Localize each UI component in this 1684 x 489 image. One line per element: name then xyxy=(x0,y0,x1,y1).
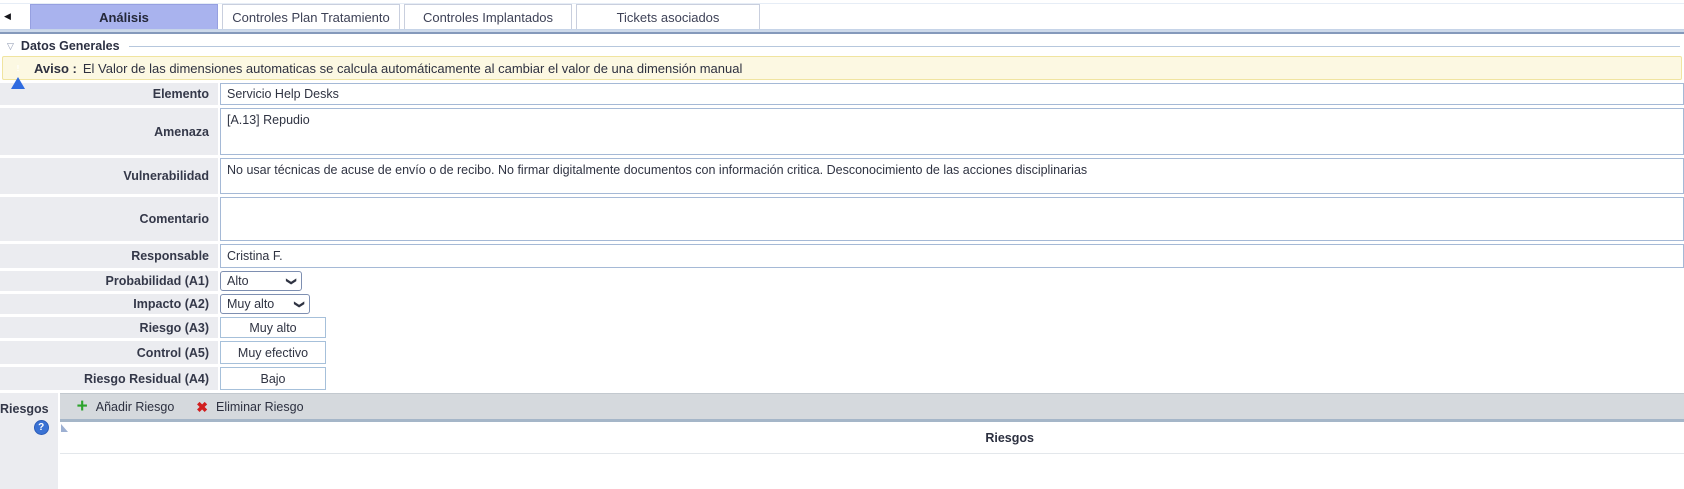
warning-triangle-icon: ! xyxy=(11,62,25,74)
probabilidad-label: Probabilidad (A1) xyxy=(0,271,218,291)
riesgo-residual-value-box: Bajo xyxy=(220,367,326,390)
plus-icon: + xyxy=(77,397,88,416)
impacto-label: Impacto (A2) xyxy=(0,294,218,314)
tab-controles-plan-tratamiento[interactable]: Controles Plan Tratamiento xyxy=(222,4,400,29)
riesgos-column-header: Riesgos xyxy=(985,431,1034,445)
chevron-down-icon: ❯ xyxy=(293,300,304,308)
vulnerabilidad-textarea[interactable] xyxy=(220,158,1684,194)
field-row-comentario: Comentario xyxy=(0,197,1684,241)
tab-controles-implantados[interactable]: Controles Implantados xyxy=(404,4,572,29)
risk-analysis-page: ◀ Análisis Controles Plan Tratamiento Co… xyxy=(0,0,1684,489)
tab-analisis[interactable]: Análisis xyxy=(30,4,218,29)
responsable-label: Responsable xyxy=(0,244,218,268)
vulnerabilidad-label: Vulnerabilidad xyxy=(0,158,218,194)
tab-strip: ◀ Análisis Controles Plan Tratamiento Co… xyxy=(0,3,1684,30)
section-header: ▽ Datos Generales xyxy=(7,38,1680,54)
comentario-textarea[interactable] xyxy=(220,197,1684,241)
field-row-elemento: Elemento xyxy=(0,83,1684,105)
tab-label: Controles Implantados xyxy=(423,10,553,25)
datos-generales-form: Elemento Amenaza Vulnerabilidad Comentar… xyxy=(0,83,1684,489)
field-row-control: Control (A5) Muy efectivo xyxy=(0,341,1684,364)
riesgos-table[interactable]: Riesgos xyxy=(60,422,1684,489)
collapse-tabs-arrow-icon[interactable]: ◀ xyxy=(0,4,30,29)
riesgo-value-box: Muy alto xyxy=(220,317,326,338)
section-rule xyxy=(129,46,1680,47)
field-row-probabilidad: Probabilidad (A1) Alto ❯ xyxy=(0,271,1684,291)
elemento-label: Elemento xyxy=(0,83,218,105)
field-row-impacto: Impacto (A2) Muy alto ❯ xyxy=(0,294,1684,314)
riesgos-toolbar: + Añadir Riesgo ✖ Eliminar Riesgo xyxy=(60,393,1684,422)
control-label: Control (A5) xyxy=(0,341,218,364)
sort-corner-icon xyxy=(61,424,68,432)
delete-riesgo-button-label: Eliminar Riesgo xyxy=(216,400,304,414)
control-value-box: Muy efectivo xyxy=(220,341,326,364)
field-row-riesgo: Riesgo (A3) Muy alto xyxy=(0,317,1684,338)
chevron-down-icon: ❯ xyxy=(285,277,296,285)
tab-tickets-asociados[interactable]: Tickets asociados xyxy=(576,4,760,29)
amenaza-textarea[interactable] xyxy=(220,108,1684,155)
tab-label: Tickets asociados xyxy=(617,10,720,25)
riesgos-label: Riesgos xyxy=(0,402,49,416)
responsable-input[interactable] xyxy=(220,244,1684,268)
probabilidad-selected-value: Alto xyxy=(227,274,249,288)
field-row-vulnerabilidad: Vulnerabilidad xyxy=(0,158,1684,194)
add-riesgo-button-label: Añadir Riesgo xyxy=(96,400,175,414)
section-title: Datos Generales xyxy=(21,39,120,53)
tab-label: Análisis xyxy=(99,10,149,25)
warning-text: El Valor de las dimensiones automaticas … xyxy=(83,61,743,76)
section-collapse-triangle-icon[interactable]: ▽ xyxy=(7,42,14,51)
help-icon[interactable]: ? xyxy=(34,420,49,435)
riesgo-label: Riesgo (A3) xyxy=(0,317,218,338)
field-row-responsable: Responsable xyxy=(0,244,1684,268)
impacto-selected-value: Muy alto xyxy=(227,297,274,311)
warning-label: Aviso : xyxy=(34,61,77,76)
impacto-select[interactable]: Muy alto ❯ xyxy=(220,294,310,314)
comentario-label: Comentario xyxy=(0,197,218,241)
amenaza-label: Amenaza xyxy=(0,108,218,155)
tab-label: Controles Plan Tratamiento xyxy=(232,10,390,25)
elemento-input[interactable] xyxy=(220,83,1684,105)
field-row-riesgos: Riesgos ? + Añadir Riesgo ✖ Eliminar Rie… xyxy=(0,393,1684,489)
tab-underline-band xyxy=(0,30,1684,34)
field-row-amenaza: Amenaza xyxy=(0,108,1684,155)
delete-riesgo-button[interactable]: ✖ Eliminar Riesgo xyxy=(185,394,314,419)
field-row-riesgo-residual: Riesgo Residual (A4) Bajo xyxy=(0,367,1684,390)
delete-x-icon: ✖ xyxy=(196,400,208,414)
probabilidad-select[interactable]: Alto ❯ xyxy=(220,271,302,291)
add-riesgo-button[interactable]: + Añadir Riesgo xyxy=(66,394,186,419)
riesgo-residual-label: Riesgo Residual (A4) xyxy=(0,367,218,390)
warning-banner: ! Aviso : El Valor de las dimensiones au… xyxy=(2,56,1682,80)
riesgos-table-header-row[interactable]: Riesgos xyxy=(60,422,1684,454)
